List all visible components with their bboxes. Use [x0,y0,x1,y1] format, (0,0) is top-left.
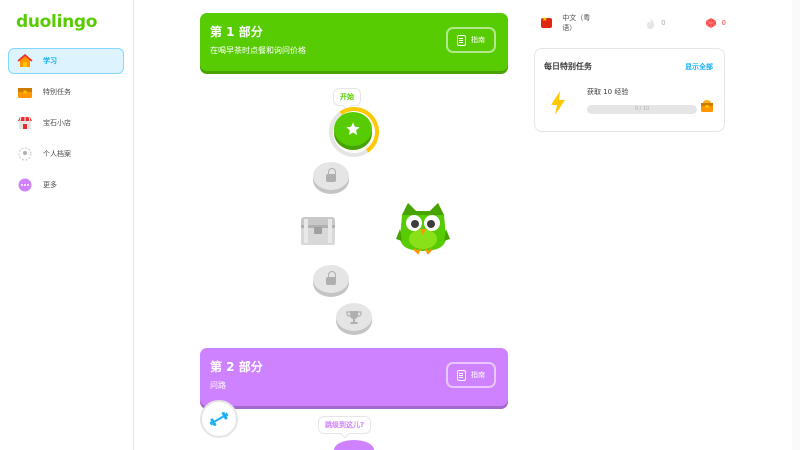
unit-1-header: 第 1 部分 在喝早茶时点餐和询问价格 指南 [200,13,508,71]
practice-dumbbell-button[interactable] [200,400,238,438]
guidebook-label: 指南 [471,372,485,379]
quest-chest-icon [17,84,33,100]
current-lesson-button[interactable] [334,112,372,146]
quest-name: 获取 10 经验 [587,88,629,96]
sidebar-item-label: 更多 [43,181,57,189]
guidebook-button[interactable]: 指南 [446,27,496,53]
top-stats-bar: 中文（粤语） 0 0 [541,14,726,32]
quest-progress-text: 0 / 10 [634,106,650,112]
sidebar-item-quests[interactable]: 特别任务 [8,79,124,105]
sidebar-item-label: 特别任务 [43,88,71,96]
sidebar-item-learn[interactable]: 学习 [8,48,124,74]
sidebar-item-label: 宝石小店 [43,119,71,127]
duo-owl-mascot [394,197,452,255]
course-language[interactable]: 中文（粤语） [562,13,596,33]
gems-counter[interactable]: 0 [705,18,726,28]
reward-chest-icon [701,100,713,112]
shop-icon [17,115,33,131]
china-flag-icon [541,16,553,28]
sidebar: duolingo 学习 特别任务 宝石小店 个人档案 更多 [0,0,134,450]
start-bubble: 开始 [333,88,361,106]
trophy-icon [346,311,362,324]
unit-2-header: 第 2 部分 问路 指南 [200,348,508,406]
notebook-icon [457,369,466,381]
locked-lesson-node[interactable] [313,162,349,190]
sidebar-item-label: 学习 [43,57,57,65]
daily-quests-card: 每日特别任务 显示全部 获取 10 经验 0 / 10 [534,48,725,132]
more-icon [17,177,33,193]
streak-counter[interactable]: 0 [646,17,666,29]
unit-subtitle: 问路 [210,381,226,390]
page-scrollbar[interactable] [792,0,800,450]
gem-icon [705,18,716,28]
profile-icon [17,146,33,162]
sidebar-item-shop[interactable]: 宝石小店 [8,110,124,136]
home-icon [17,53,33,69]
lock-icon [326,271,336,285]
gem-count: 0 [721,19,726,27]
notebook-icon [457,34,466,46]
unit-review-trophy-node[interactable] [336,303,372,331]
dumbbell-icon [209,412,229,426]
star-icon [346,122,360,135]
guidebook-button[interactable]: 指南 [446,362,496,388]
treasure-chest[interactable] [298,213,338,247]
unit-title: 第 1 部分 [210,25,263,39]
unit-subtitle: 在喝早茶时点餐和询问价格 [210,46,306,55]
quest-progress-bar: 0 / 10 [587,105,697,114]
quests-title: 每日特别任务 [544,62,592,71]
duolingo-logo[interactable]: duolingo [16,12,97,32]
owl-icon [396,203,450,255]
sidebar-item-more[interactable]: 更多 [8,172,124,198]
lock-icon [326,168,336,182]
streak-count: 0 [661,19,666,27]
lightning-icon [551,91,565,115]
view-all-link[interactable]: 显示全部 [685,62,713,72]
guidebook-label: 指南 [471,37,485,44]
sidebar-item-profile[interactable]: 个人档案 [8,141,124,167]
locked-lesson-node[interactable] [313,265,349,293]
flame-icon [647,17,655,29]
unit-title: 第 2 部分 [210,360,263,374]
sidebar-item-label: 个人档案 [43,150,71,158]
chest-icon [301,217,335,245]
unit-2-first-lesson-node[interactable] [334,440,374,450]
sidebar-nav: 学习 特别任务 宝石小店 个人档案 更多 [8,48,124,203]
jump-here-bubble[interactable]: 跳级到这儿? [318,416,372,434]
